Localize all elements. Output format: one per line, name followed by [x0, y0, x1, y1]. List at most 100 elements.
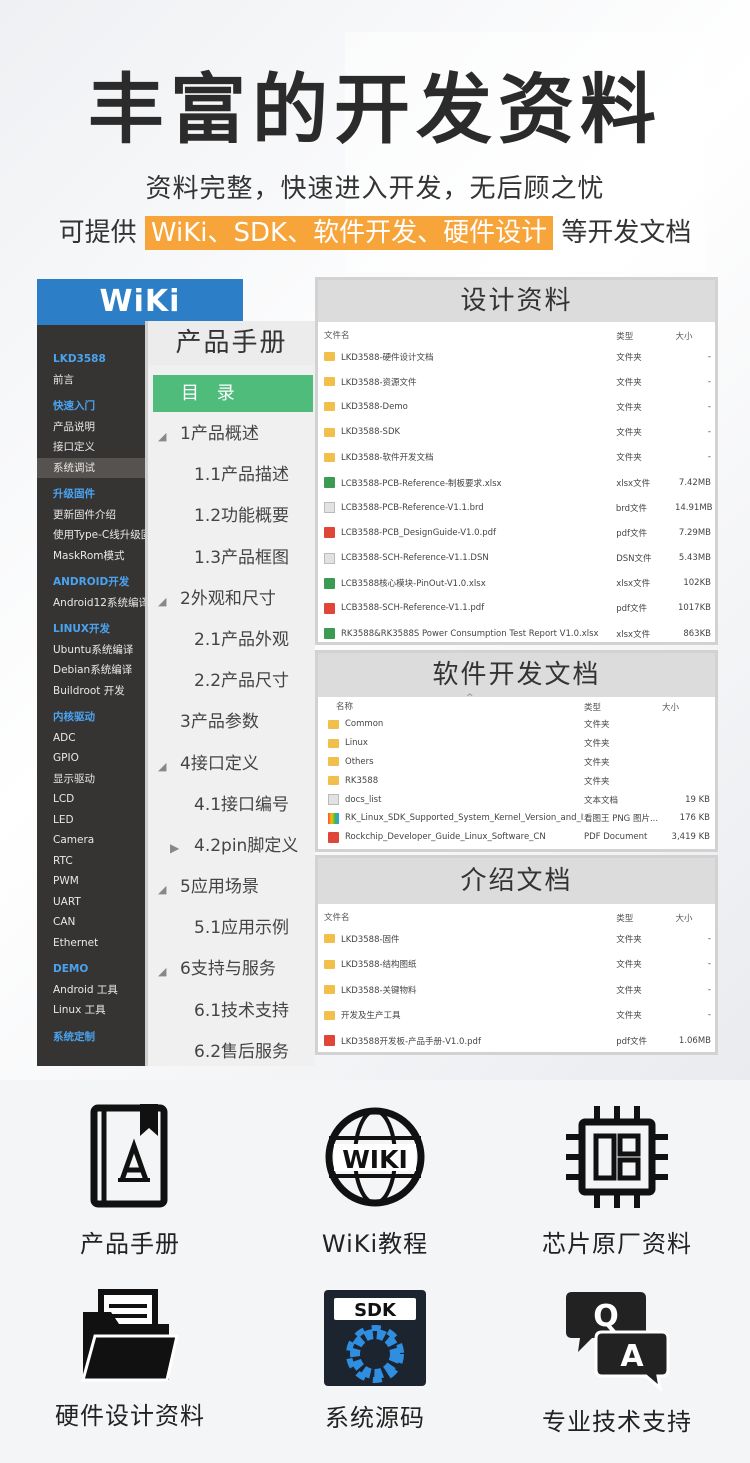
feature-hardware: 硬件设计资料 [25, 1288, 235, 1431]
feature-manual: 产品手册 [25, 1102, 235, 1259]
manual-toc-item[interactable]: 2.1产品外观 [148, 627, 318, 668]
file-row[interactable]: LCB3588-PCB-Reference-V1.1.brd brd文件 14.91… [318, 495, 715, 520]
file-name: Linux [345, 738, 368, 749]
file-row[interactable]: LKD3588-固件 文件夹 - [318, 926, 715, 952]
wiki-title: WiKi [37, 279, 243, 325]
manual-toc-item[interactable]: 2.2产品尺寸 [148, 668, 318, 709]
file-size: 102KB [683, 578, 711, 589]
file-row[interactable]: 开发及生产工具 文件夹 - [318, 1003, 715, 1029]
file-row[interactable]: LKD3588-SDK 文件夹 - [318, 420, 715, 445]
file-name-cell: RK_Linux_SDK_Supported_System_Kernel_Ver… [318, 812, 584, 824]
feature-sdk: SDK 系统源码 [270, 1288, 480, 1433]
file-row[interactable]: LCB3588-SCH-Reference-V1.1.pdf pdf文件 1017K… [318, 596, 715, 621]
file-name: Rockchip_Developer_Guide_Linux_Software_… [345, 832, 546, 843]
file-row[interactable]: Others 文件夹 [318, 753, 715, 772]
manual-toc-item[interactable]: ◢ 4接口定义 [148, 751, 318, 792]
file-name: RK_Linux_SDK_Supported_System_Kernel_Ver… [345, 813, 584, 824]
file-row[interactable]: LKD3588-资源文件 文件夹 - [318, 369, 715, 394]
file-row[interactable]: RK3588 文件夹 [318, 771, 715, 790]
file-row[interactable]: Common 文件夹 [318, 715, 715, 734]
file-name: docs_list [345, 794, 382, 805]
column-name[interactable]: 文件名 [318, 912, 616, 922]
manual-toc-item[interactable]: 1.1产品描述 [148, 462, 318, 503]
file-row[interactable]: LCB3588核心模块-PinOut-V1.0.xlsx xlsx文件 102KB [318, 571, 715, 596]
file-name-cell: Linux [318, 738, 584, 748]
manual-toc-label: 2.2产品尺寸 [194, 671, 290, 692]
column-type[interactable]: 类型 [584, 701, 662, 713]
caret-down-icon[interactable]: ◢ [158, 959, 166, 985]
xlsx-icon [324, 577, 335, 589]
file-row[interactable]: LKD3588-软件开发文档 文件夹 - [318, 445, 715, 470]
file-name-cell: Others [318, 757, 584, 767]
file-row[interactable]: LCB3588-PCB-Reference-制板要求.xlsx xlsx文件 7.4… [318, 470, 715, 495]
column-name[interactable]: 文件名 [318, 330, 616, 340]
caret-down-icon[interactable]: ◢ [158, 424, 166, 450]
caret-down-icon[interactable]: ◢ [158, 754, 166, 780]
folder-icon [324, 985, 335, 995]
file-row[interactable]: LKD3588-结构图纸 文件夹 - [318, 952, 715, 978]
manual-toc-item[interactable]: ◢ 6支持与服务 [148, 956, 318, 997]
column-type[interactable]: 类型 [616, 912, 675, 924]
qa-a-text: A [620, 1339, 644, 1374]
file-row[interactable]: LKD3588开发板-产品手册-V1.0.pdf pdf文件 1.06MB [318, 1028, 715, 1052]
manual-toc-item[interactable]: 6.1技术支持 [148, 998, 318, 1039]
column-size[interactable]: 大小 [675, 912, 715, 924]
file-name-cell: RK3588 [318, 776, 584, 786]
column-name[interactable]: 名称 [318, 701, 584, 711]
manual-toc-item[interactable]: ◢ 2外观和尺寸 [148, 586, 318, 627]
manual-toc-item[interactable]: 1.3产品框图 [148, 545, 318, 586]
file-row[interactable]: RK3588&RK3588S Power Consumption Test Re… [318, 621, 715, 642]
blank-icon [324, 552, 335, 564]
column-type[interactable]: 类型 [616, 330, 675, 342]
file-row[interactable]: LCB3588-PCB_DesignGuide-V1.0.pdf pdf文件 7.2… [318, 520, 715, 545]
manual-toc-label: 6支持与服务 [180, 959, 276, 980]
file-row[interactable]: docs_list 文本文档 19 KB [318, 790, 715, 809]
file-name-cell: docs_list [318, 794, 584, 806]
manual-toc-item[interactable]: ◢ 1产品概述 [148, 421, 318, 462]
xlsx-icon [324, 477, 335, 489]
file-name: LCB3588核心模块-PinOut-V1.0.xlsx [341, 579, 486, 590]
intro-docs-panel: 介绍文档 文件名 类型 大小 LKD3588-固件 文件夹 - LKD3588-结构图… [315, 855, 718, 1055]
file-type: 文件夹 [616, 377, 642, 388]
folder-icon [328, 776, 339, 786]
column-size[interactable]: 大小 [675, 330, 715, 342]
manual-toc-item[interactable]: ▶ 4.2pin脚定义 [148, 833, 318, 874]
file-row[interactable]: Linux 文件夹 [318, 734, 715, 753]
manual-toc-item[interactable]: 1.2功能概要 [148, 503, 318, 544]
manual-toc-item[interactable]: 5.1应用示例 [148, 915, 318, 956]
column-size[interactable]: 大小 [662, 701, 714, 713]
blank-icon [328, 794, 339, 806]
caret-down-icon[interactable]: ◢ [158, 589, 166, 615]
file-name: RK3588 [345, 775, 379, 786]
file-row[interactable]: RK_Linux_SDK_Supported_System_Kernel_Ver… [318, 809, 715, 828]
pdf-icon [324, 1035, 335, 1047]
caret-right-icon[interactable]: ▶ [170, 835, 179, 861]
chip-icon [566, 1106, 668, 1208]
design-docs-rows: LKD3588-硬件设计文档 文件夹 - LKD3588-资源文件 文件夹 - LKD358… [318, 344, 715, 642]
manual-toc-label: 3产品参数 [180, 712, 259, 733]
caret-down-icon[interactable]: ◢ [158, 877, 166, 903]
wiki-globe-icon: WIKI [325, 1107, 425, 1207]
folder-icon [324, 959, 335, 969]
manual-toc-item[interactable]: 3产品参数 [148, 709, 318, 750]
file-row[interactable]: LKD3588-Demo 文件夹 - [318, 394, 715, 419]
feature-label: WiKi教程 [321, 1230, 429, 1258]
file-name-cell: LCB3588-SCH-Reference-V1.1.DSN [318, 552, 616, 564]
manual-toc-header[interactable]: 目 录 [153, 375, 313, 412]
file-type: 文件夹 [616, 402, 642, 413]
file-row[interactable]: Rockchip_Developer_Guide_Linux_Software_… [318, 828, 715, 847]
subtitle-suffix: 等开发文档 [561, 218, 692, 248]
file-type: DSN文件 [616, 554, 652, 565]
design-docs-header-row: 文件名 类型 大小 [318, 322, 715, 344]
blank-icon [324, 502, 335, 514]
folder-icon [324, 402, 335, 412]
file-row[interactable]: LCB3588-SCH-Reference-V1.1.DSN DSN文件 5.43M… [318, 546, 715, 571]
file-size: - [707, 427, 711, 438]
png-icon [328, 812, 339, 824]
manual-toc-item[interactable]: 6.2售后服务 [148, 1039, 318, 1080]
manual-toc-item[interactable]: 4.1接口编号 [148, 792, 318, 833]
file-row[interactable]: LKD3588-硬件设计文档 文件夹 - [318, 344, 715, 369]
file-row[interactable]: LKD3588-关键物料 文件夹 - [318, 977, 715, 1003]
manual-toc-item[interactable]: ◢ 5应用场景 [148, 874, 318, 915]
file-type: brd文件 [615, 503, 647, 514]
